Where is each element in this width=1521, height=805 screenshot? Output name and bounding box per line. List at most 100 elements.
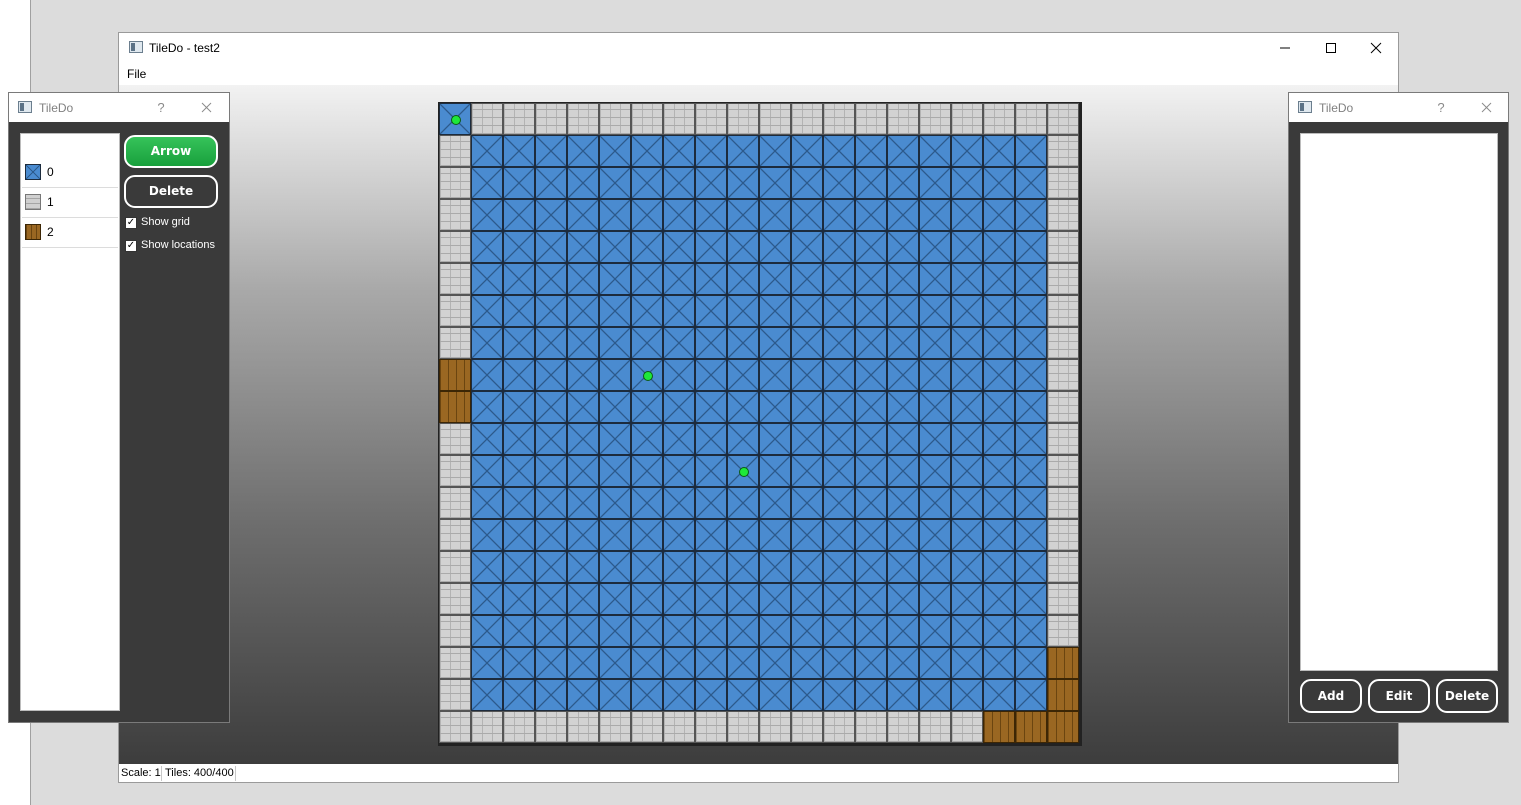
stone-tile[interactable] bbox=[439, 519, 471, 551]
wood-tile[interactable] bbox=[439, 359, 471, 391]
water-tile[interactable] bbox=[663, 167, 695, 199]
water-tile[interactable] bbox=[599, 551, 631, 583]
water-tile[interactable] bbox=[855, 647, 887, 679]
stone-tile[interactable] bbox=[1047, 103, 1079, 135]
water-tile[interactable] bbox=[1015, 423, 1047, 455]
water-tile[interactable] bbox=[791, 455, 823, 487]
checkmark-icon[interactable]: ✓ bbox=[125, 240, 137, 252]
water-tile[interactable] bbox=[823, 231, 855, 263]
water-tile[interactable] bbox=[759, 647, 791, 679]
stone-tile[interactable] bbox=[439, 295, 471, 327]
water-tile[interactable] bbox=[919, 423, 951, 455]
water-tile[interactable] bbox=[983, 487, 1015, 519]
water-tile[interactable] bbox=[535, 423, 567, 455]
water-tile[interactable] bbox=[791, 423, 823, 455]
stone-tile[interactable] bbox=[471, 711, 503, 743]
water-tile[interactable] bbox=[855, 327, 887, 359]
water-tile[interactable] bbox=[759, 231, 791, 263]
water-tile[interactable] bbox=[663, 359, 695, 391]
water-tile[interactable] bbox=[695, 487, 727, 519]
water-tile[interactable] bbox=[791, 359, 823, 391]
water-tile[interactable] bbox=[695, 327, 727, 359]
water-tile[interactable] bbox=[983, 263, 1015, 295]
water-tile[interactable] bbox=[567, 391, 599, 423]
water-tile[interactable] bbox=[823, 199, 855, 231]
water-tile[interactable] bbox=[631, 231, 663, 263]
water-tile[interactable] bbox=[791, 231, 823, 263]
water-tile[interactable] bbox=[759, 551, 791, 583]
stone-tile[interactable] bbox=[663, 711, 695, 743]
water-tile[interactable] bbox=[695, 263, 727, 295]
stone-tile[interactable] bbox=[439, 583, 471, 615]
water-tile[interactable] bbox=[855, 519, 887, 551]
water-tile[interactable] bbox=[471, 327, 503, 359]
water-tile[interactable] bbox=[951, 391, 983, 423]
water-tile[interactable] bbox=[471, 647, 503, 679]
water-tile[interactable] bbox=[791, 263, 823, 295]
help-button[interactable]: ? bbox=[1426, 93, 1456, 122]
water-tile[interactable] bbox=[951, 135, 983, 167]
water-tile[interactable] bbox=[727, 231, 759, 263]
stone-tile[interactable] bbox=[439, 551, 471, 583]
water-tile[interactable] bbox=[791, 199, 823, 231]
water-tile[interactable] bbox=[919, 199, 951, 231]
water-tile[interactable] bbox=[887, 167, 919, 199]
water-tile[interactable] bbox=[599, 455, 631, 487]
stone-tile[interactable] bbox=[887, 711, 919, 743]
water-tile[interactable] bbox=[471, 167, 503, 199]
water-tile[interactable] bbox=[887, 519, 919, 551]
water-tile[interactable] bbox=[951, 487, 983, 519]
water-tile[interactable] bbox=[663, 679, 695, 711]
water-tile[interactable] bbox=[759, 359, 791, 391]
water-tile[interactable] bbox=[983, 199, 1015, 231]
water-tile[interactable] bbox=[567, 135, 599, 167]
water-tile[interactable] bbox=[951, 551, 983, 583]
water-tile[interactable] bbox=[823, 391, 855, 423]
water-tile[interactable] bbox=[759, 583, 791, 615]
water-tile[interactable] bbox=[663, 647, 695, 679]
water-tile[interactable] bbox=[1015, 167, 1047, 199]
water-tile[interactable] bbox=[919, 359, 951, 391]
wood-tile[interactable] bbox=[1047, 647, 1079, 679]
water-tile[interactable] bbox=[503, 359, 535, 391]
water-tile[interactable] bbox=[663, 487, 695, 519]
show-locations-checkbox[interactable]: ✓ Show locations bbox=[125, 239, 225, 255]
stone-tile[interactable] bbox=[439, 487, 471, 519]
stone-tile[interactable] bbox=[759, 103, 791, 135]
water-tile[interactable] bbox=[535, 551, 567, 583]
stone-tile[interactable] bbox=[439, 455, 471, 487]
water-tile[interactable] bbox=[823, 679, 855, 711]
stone-tile[interactable] bbox=[1047, 455, 1079, 487]
water-tile[interactable] bbox=[887, 135, 919, 167]
water-tile[interactable] bbox=[535, 167, 567, 199]
water-tile[interactable] bbox=[663, 519, 695, 551]
water-tile[interactable] bbox=[1015, 359, 1047, 391]
water-tile[interactable] bbox=[791, 551, 823, 583]
water-tile[interactable] bbox=[855, 583, 887, 615]
water-tile[interactable] bbox=[599, 167, 631, 199]
water-tile[interactable] bbox=[759, 295, 791, 327]
main-titlebar[interactable]: TileDo - test2 bbox=[119, 33, 1398, 63]
locations-titlebar[interactable]: TileDo ? bbox=[1289, 93, 1508, 122]
water-tile[interactable] bbox=[695, 455, 727, 487]
location-marker[interactable] bbox=[643, 371, 653, 381]
water-tile[interactable] bbox=[503, 679, 535, 711]
stone-tile[interactable] bbox=[599, 711, 631, 743]
tile-list-item[interactable]: 1 bbox=[22, 187, 118, 218]
water-tile[interactable] bbox=[727, 647, 759, 679]
water-tile[interactable] bbox=[663, 391, 695, 423]
stone-tile[interactable] bbox=[855, 711, 887, 743]
water-tile[interactable] bbox=[951, 423, 983, 455]
water-tile[interactable] bbox=[919, 679, 951, 711]
water-tile[interactable] bbox=[823, 135, 855, 167]
water-tile[interactable] bbox=[471, 199, 503, 231]
stone-tile[interactable] bbox=[439, 135, 471, 167]
add-location-button[interactable]: Add bbox=[1300, 679, 1362, 713]
water-tile[interactable] bbox=[887, 551, 919, 583]
water-tile[interactable] bbox=[471, 551, 503, 583]
water-tile[interactable] bbox=[983, 423, 1015, 455]
water-tile[interactable] bbox=[1015, 391, 1047, 423]
water-tile[interactable] bbox=[791, 487, 823, 519]
close-button[interactable] bbox=[1471, 93, 1501, 122]
water-tile[interactable] bbox=[791, 615, 823, 647]
